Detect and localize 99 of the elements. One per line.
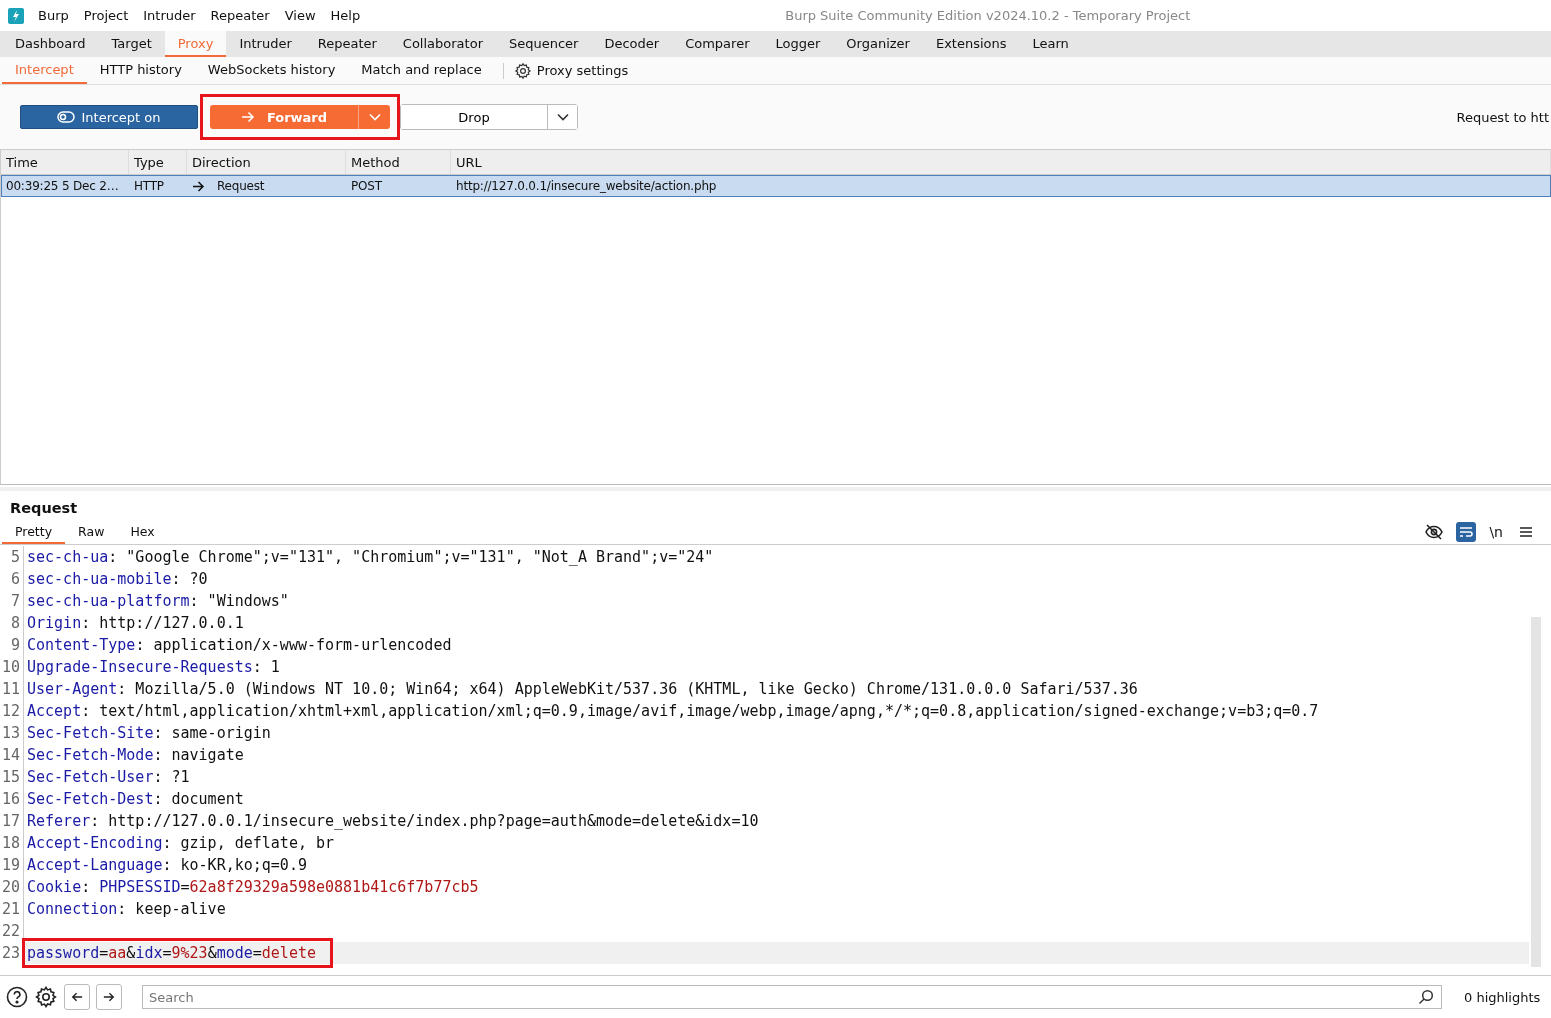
table-cell: Request <box>188 176 347 196</box>
arrow-right-icon <box>103 991 115 1003</box>
editor-tab[interactable]: Pretty <box>2 520 66 544</box>
line-number: 6 <box>0 568 24 590</box>
main-tab[interactable]: Extensions <box>922 31 1020 57</box>
eye-slash-icon[interactable] <box>1424 523 1445 541</box>
window-title: Burp Suite Community Edition v2024.10.2 - Temporary Project <box>785 8 1191 23</box>
help-icon[interactable] <box>6 986 28 1008</box>
search-field[interactable]: Search <box>142 985 1442 1009</box>
column-header[interactable]: Direction <box>187 150 346 174</box>
line-number: 19 <box>0 854 24 876</box>
main-tab[interactable]: Dashboard <box>2 31 99 57</box>
column-header[interactable]: Method <box>346 150 451 174</box>
code-line: Sec-Fetch-Site: same-origin <box>26 723 272 744</box>
main-tab[interactable]: Decoder <box>591 31 673 57</box>
code-line: Referer: http://127.0.0.1/insecure_website/index.php?page=auth&mode=delete&idx=10 <box>26 811 760 832</box>
panel-title: Request <box>9 499 79 518</box>
column-header[interactable]: Time <box>1 150 129 174</box>
line-number: 18 <box>0 832 24 854</box>
main-tab[interactable]: Collaborator <box>389 31 496 57</box>
sub-tab[interactable]: WebSockets history <box>194 57 349 84</box>
main-tab[interactable]: Repeater <box>304 31 390 57</box>
back-button[interactable] <box>64 984 90 1010</box>
settings-icon[interactable] <box>34 985 58 1009</box>
line-number: 23 <box>0 942 24 964</box>
line-number: 20 <box>0 876 24 898</box>
code-line: Sec-Fetch-User: ?1 <box>26 767 191 788</box>
main-tab[interactable]: Target <box>98 31 165 57</box>
menu-item[interactable]: Help <box>330 8 361 23</box>
menu-item[interactable]: Repeater <box>210 8 270 23</box>
table-row[interactable]: 00:39:25 5 Dec 2… HTTP Request POST http://127.0.0.1/insecure_website/action.php <box>1 175 1551 197</box>
arrow-left-icon <box>71 991 83 1003</box>
toggle-icon <box>57 111 76 123</box>
code-line: Content-Type: application/x-www-form-urlencoded <box>26 635 453 656</box>
code-line: Accept: text/html,application/xhtml+xml,application/xml;q=0.9,image/avif,image/webp,image/apng,*/*;q=0.8,application/signed-exchange;v=b3;q=0.7 <box>26 701 1320 722</box>
table-cell-text: http://127.0.0.1/insecure_website/action.php <box>455 178 718 195</box>
menu-item[interactable]: Project <box>83 8 129 23</box>
line-number: 8 <box>0 612 24 634</box>
scrollbar[interactable] <box>1531 617 1541 967</box>
line-number: 16 <box>0 788 24 810</box>
line-number: 22 <box>0 920 24 942</box>
column-header[interactable]: URL <box>451 150 1551 174</box>
menu-item[interactable]: View <box>284 8 316 23</box>
app-logo-icon <box>8 7 24 24</box>
code-line: Origin: http://127.0.0.1 <box>26 613 245 634</box>
search-icon <box>1418 989 1434 1005</box>
wrap-lines-button[interactable] <box>1456 522 1477 542</box>
line-number: 11 <box>0 678 24 700</box>
line-number: 21 <box>0 898 24 920</box>
main-tab[interactable]: Logger <box>762 31 834 57</box>
line-number: 13 <box>0 722 24 744</box>
dropdown-button[interactable] <box>547 105 577 129</box>
code-line: Connection: keep-alive <box>26 899 227 920</box>
line-number: 10 <box>0 656 24 678</box>
code-line: Sec-Fetch-Mode: navigate <box>26 745 245 766</box>
code-line: sec-ch-ua-platform: "Windows" <box>26 591 290 612</box>
table-cell-text: POST <box>350 178 383 195</box>
line-number: 14 <box>0 744 24 766</box>
wrap-lines-icon <box>1459 526 1474 538</box>
code-line: User-Agent: Mozilla/5.0 (Windows NT 10.0; Win64; x64) AppleWebKit/537.36 (KHTML, like Gecko) Chrome/131.0.0.0 Safari/537.36 <box>26 679 1139 700</box>
forward-nav-button[interactable] <box>96 984 122 1010</box>
code-line: Accept-Language: ko-KR,ko;q=0.9 <box>26 855 308 876</box>
line-number: 5 <box>0 546 24 568</box>
code-line: Accept-Encoding: gzip, deflate, br <box>26 833 336 854</box>
column-header[interactable]: Type <box>129 150 187 174</box>
arrow-right-icon <box>240 111 255 123</box>
proxy-settings-link[interactable]: Proxy settings <box>536 63 629 78</box>
settings-icon[interactable] <box>513 61 532 80</box>
line-number: 7 <box>0 590 24 612</box>
main-tab[interactable]: Intruder <box>226 31 305 57</box>
code-line: sec-ch-ua: "Google Chrome";v="131", "Chromium";v="131", "Not_A Brand";v="24" <box>26 547 715 568</box>
line-number: 9 <box>0 634 24 656</box>
main-tab[interactable]: Organizer <box>833 31 923 57</box>
line-number: 17 <box>0 810 24 832</box>
line-number: 12 <box>0 700 24 722</box>
menu-item[interactable]: Burp <box>38 8 69 23</box>
intercept-toggle-button[interactable]: Intercept on <box>20 105 198 129</box>
main-tab[interactable]: Sequencer <box>496 31 592 57</box>
code-line: Sec-Fetch-Dest: document <box>26 789 245 810</box>
code-line: sec-ch-ua-mobile: ?0 <box>26 569 209 590</box>
sub-tab[interactable]: Match and replace <box>348 57 495 84</box>
sub-tab[interactable]: HTTP history <box>86 57 195 84</box>
code-line: Upgrade-Insecure-Requests: 1 <box>26 657 281 678</box>
caret-icon <box>556 113 569 121</box>
code-line: Cookie: PHPSESSID=62a8f29329a598e0881b41c6f7b77cb5 <box>26 877 480 898</box>
line-number: 15 <box>0 766 24 788</box>
arrow-right-icon <box>192 180 205 192</box>
main-tab[interactable]: Learn <box>1019 31 1082 57</box>
editor-tab[interactable]: Raw <box>65 520 118 544</box>
menu-icon[interactable] <box>1519 526 1533 538</box>
request-target-text: Request to htt <box>1456 109 1549 125</box>
table-cell-text: HTTP <box>133 178 165 195</box>
main-tab[interactable]: Comparer <box>672 31 763 57</box>
table-cell-text: 00:39:25 5 Dec 2… <box>5 178 120 195</box>
highlights-count: 0 highlights <box>1464 989 1541 1005</box>
menu-item[interactable]: Intruder <box>143 8 196 23</box>
editor-tab[interactable]: Hex <box>117 520 168 544</box>
newline-toggle[interactable]: \n <box>1489 524 1503 540</box>
caret-icon <box>368 113 381 121</box>
